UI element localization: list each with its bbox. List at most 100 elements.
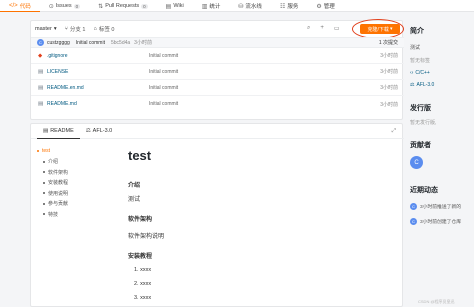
paragraph-arch: 软件架构说明 <box>128 234 165 240</box>
clone-label: 克隆/下载 <box>367 26 389 33</box>
bullet-icon <box>43 171 45 174</box>
file-commit-message[interactable]: Initial commit <box>149 53 178 59</box>
clone-download-button[interactable]: 克隆/下载 ▾ <box>360 24 400 34</box>
scale-icon: ⚖ <box>410 82 415 88</box>
commit-message[interactable]: Initial commit <box>76 40 105 46</box>
branches-count: 分支 1 <box>69 27 86 33</box>
tab-code[interactable]: </> 代码 <box>0 0 40 12</box>
file-time: 3小时前 <box>380 85 398 91</box>
file-icon: ▤ <box>38 101 44 107</box>
avatar: C <box>410 203 417 210</box>
file-row[interactable]: ◆ .gitignore Initial commit 3小时前 <box>31 48 404 64</box>
toc-item[interactable]: 安装教程 <box>37 178 97 189</box>
intro-title: 简介 <box>410 28 424 35</box>
readme-icon: ▤ <box>43 127 49 134</box>
expand-icon[interactable]: ⤢ <box>392 128 396 135</box>
pipeline-icon: ⛁ <box>238 3 244 10</box>
file-row[interactable]: ▤ README.md Initial commit 3小时前 <box>31 96 404 112</box>
tab-stats[interactable]: ▥ 统计 <box>193 0 230 12</box>
tab-issues[interactable]: ⊙ Issues 0 <box>40 0 89 12</box>
file-name[interactable]: README.md <box>47 101 77 107</box>
license-link[interactable]: ⚖ AFL-3.0 <box>410 82 434 88</box>
release-title: 发行版 <box>410 105 431 112</box>
readme-tabs: ▤ README ⚖ AFL-3.0 ⤢ <box>31 124 404 139</box>
watermark: CSDN @程序员皇迅 <box>418 299 455 304</box>
bullet-icon <box>43 192 45 195</box>
tags-link[interactable]: ⌂ 标签 0 <box>93 25 114 33</box>
readme-title: test <box>128 148 152 163</box>
tab-manage[interactable]: ⚙ 管理 <box>307 0 343 12</box>
file-commit-message[interactable]: Initial commit <box>149 101 178 107</box>
file-name[interactable]: LICENSE <box>47 69 68 75</box>
commit-time: 3小时前 <box>134 40 152 46</box>
toc-label: 安装教程 <box>48 180 69 187</box>
avatar[interactable]: C <box>410 156 423 169</box>
branch-name: master <box>35 26 52 32</box>
file-icon: ▤ <box>38 84 44 91</box>
file-time: 3小时前 <box>380 101 398 108</box>
file-icon: ▤ <box>38 68 44 75</box>
toc-label: test <box>42 148 51 155</box>
tab-label: 统计 <box>209 4 221 10</box>
search-icon[interactable]: ⌕ <box>307 25 310 32</box>
tab-license[interactable]: ⚖ AFL-3.0 <box>80 124 119 139</box>
file-name[interactable]: README.en.md <box>47 85 84 91</box>
bullet-icon <box>43 213 45 216</box>
toc-label: 参与贡献 <box>48 201 69 208</box>
branches-link[interactable]: ⑂ 分支 1 <box>65 25 86 33</box>
file-commit-message[interactable]: Initial commit <box>149 85 178 91</box>
file-time: 3小时前 <box>380 53 398 59</box>
toc-item[interactable]: test <box>37 146 97 157</box>
commit-author[interactable]: custzgggg <box>47 40 70 46</box>
tab-pipeline[interactable]: ⛁ 流水线 <box>229 0 271 12</box>
file-browser: master ▾ ⑂ 分支 1 ⌂ 标签 0 ⌕ + ▭ 克隆/下载 ▾ C custz… <box>30 19 404 120</box>
chevron-down-icon: ▾ <box>389 26 393 32</box>
count-badge: 0 <box>141 3 148 9</box>
toc-item[interactable]: 软件架构 <box>37 167 97 178</box>
tab-readme[interactable]: ▤ README <box>37 124 80 139</box>
add-icon[interactable]: + <box>320 25 324 32</box>
activity-text: 3小时前创建了仓库 <box>420 220 462 225</box>
tab-label: Pull Requests <box>105 3 140 9</box>
toc-item[interactable]: 介绍 <box>37 157 97 168</box>
file-time: 3小时前 <box>380 69 398 75</box>
web-ide-icon[interactable]: ▭ <box>334 25 340 32</box>
manage-icon: ⚙ <box>316 3 322 10</box>
avatar[interactable]: C <box>37 39 44 46</box>
tab-service[interactable]: ☷ 服务 <box>271 0 307 12</box>
language-label: C/C++ <box>415 70 430 76</box>
activity-title: 近期动态 <box>410 187 438 194</box>
repo-sidebar: 简介 测试 暂无标签 ‹› C/C++ ⚖ AFL-3.0 发行版 暂无发行版, 贡… <box>410 20 474 307</box>
chevron-down-icon: ▾ <box>53 26 57 32</box>
file-name[interactable]: .gitignore <box>47 53 68 59</box>
heading-intro: 介绍 <box>128 183 141 189</box>
file-row[interactable]: ▤ LICENSE Initial commit 3小时前 <box>31 64 404 80</box>
tab-label: README <box>50 127 74 134</box>
activity-item[interactable]: C 3小时前推送了新的 <box>410 203 461 210</box>
tab-label: AFL-3.0 <box>92 128 113 134</box>
activity-item[interactable]: C 3小时前创建了仓库 <box>410 218 461 225</box>
list-item: 2. xxxx <box>134 281 152 287</box>
commit-count[interactable]: 1 次提交 <box>379 39 398 46</box>
table-of-contents: test 介绍 软件架构 安装教程 使用说明 参与贡献 特技 <box>37 146 97 220</box>
tab-label: 管理 <box>323 4 335 10</box>
bullet-icon <box>43 202 45 205</box>
intro-text: 测试 <box>410 45 421 51</box>
toc-item[interactable]: 使用说明 <box>37 188 97 199</box>
list-item: 1. xxxx <box>134 267 152 273</box>
toc-item[interactable]: 参与贡献 <box>37 199 97 210</box>
branch-icon: ⑂ <box>64 26 68 32</box>
tags-count: 标签 0 <box>98 27 115 33</box>
file-row[interactable]: ▤ README.en.md Initial commit 3小时前 <box>31 80 404 96</box>
tab-pull-requests[interactable]: ⇅ Pull Requests 0 <box>89 0 156 12</box>
tab-label: Wiki <box>173 3 184 9</box>
toc-item[interactable]: 特技 <box>37 209 97 220</box>
code-icon: ‹› <box>410 70 414 76</box>
branch-selector[interactable]: master ▾ <box>35 26 57 32</box>
commit-hash[interactable]: 5bc5d4a <box>111 40 130 46</box>
pull-request-icon: ⇅ <box>98 3 104 10</box>
latest-commit: C custzgggg Initial commit 5bc5d4a 3小时前 … <box>31 37 404 48</box>
language-link[interactable]: ‹› C/C++ <box>410 70 430 76</box>
file-commit-message[interactable]: Initial commit <box>149 69 178 75</box>
tab-wiki[interactable]: ▤ Wiki <box>157 0 193 12</box>
